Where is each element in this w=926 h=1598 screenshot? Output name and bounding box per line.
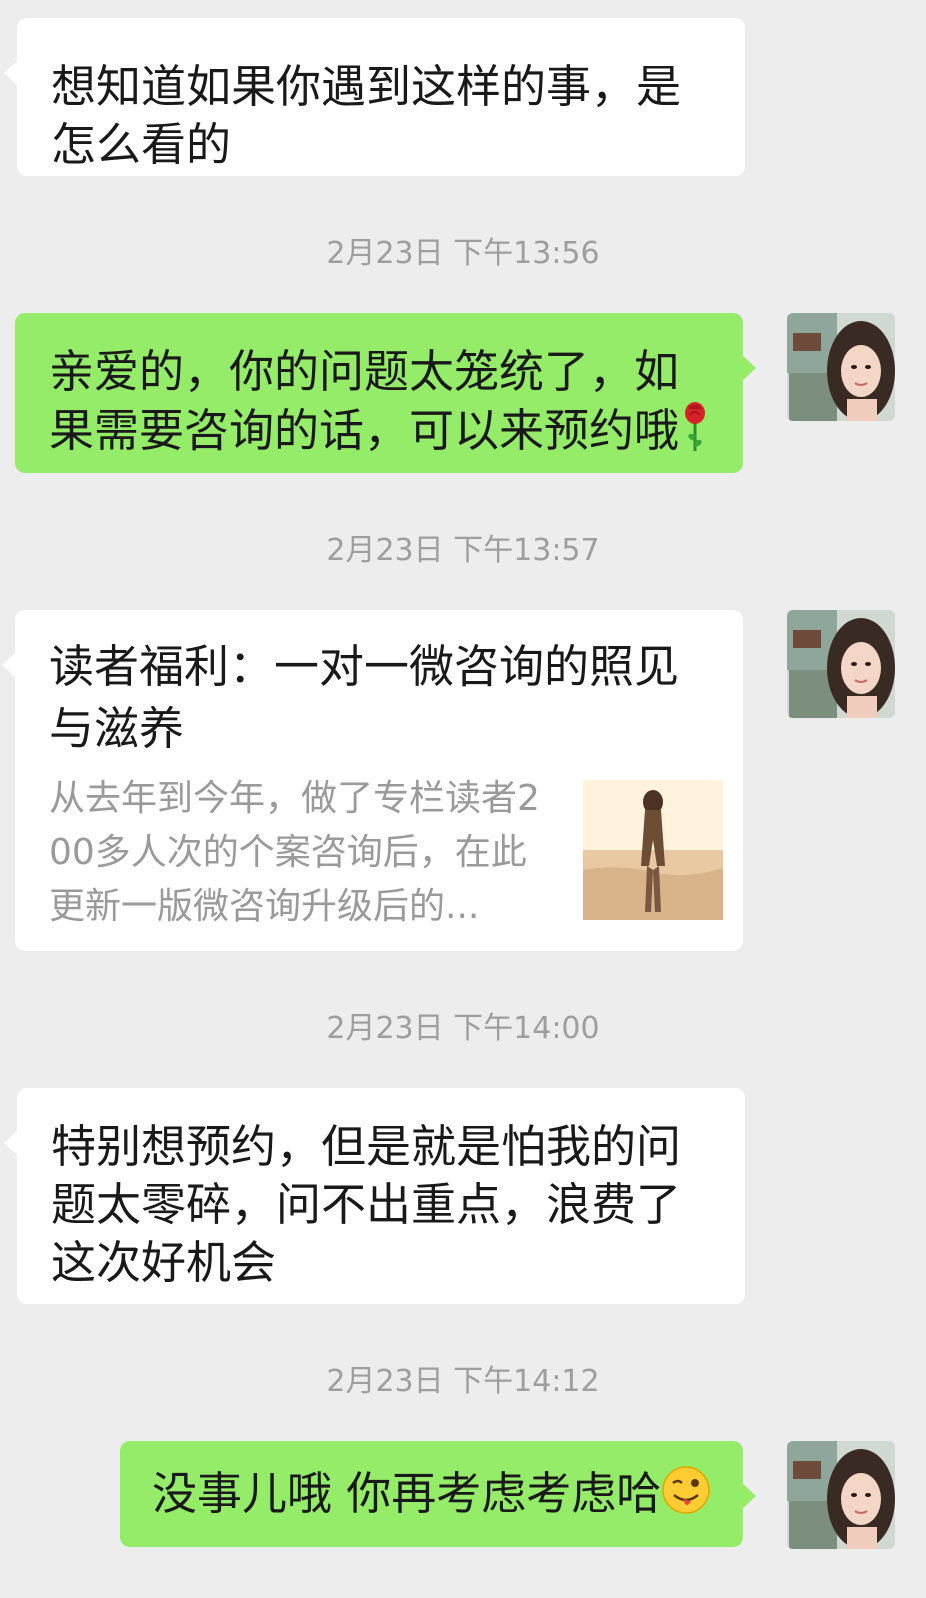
avatar[interactable] [787,1441,895,1549]
rose-icon [679,401,711,467]
article-card[interactable]: 读者福利：一对一微咨询的照见与滋养 从去年到今年，做了专栏读者200多人次的个案… [2,610,743,951]
message-text: 没事儿哦 你再考虑考虑哈 [152,1467,662,1520]
message-text: 特别想预约，但是就是怕我的问题太零碎，问不出重点，浪费了这次好机会 [51,1120,682,1289]
incoming-message-bubble[interactable]: 特别想预约，但是就是怕我的问题太零碎，问不出重点，浪费了这次好机会 [4,1088,745,1304]
timestamp: 2月23日 下午13:57 [326,533,600,568]
timestamp: 2月23日 下午13:56 [326,236,600,271]
message-text: 想知道如果你遇到这样的事，是怎么看的 [51,60,682,171]
outgoing-message-bubble[interactable]: 没事儿哦 你再考虑考虑哈 [120,1441,756,1547]
winking-tongue-face-icon [661,1465,711,1529]
chat-window: 想知道如果你遇到这样的事，是怎么看的 2月23日 下午13:56 亲爱的，你的问… [0,0,926,1598]
timestamp: 2月23日 下午14:12 [326,1364,600,1399]
avatar[interactable] [787,610,895,718]
incoming-message-bubble[interactable]: 想知道如果你遇到这样的事，是怎么看的 [4,18,745,176]
card-description: 从去年到今年，做了专栏读者200多人次的个案咨询后，在此更新一版微咨询升级后的.… [49,778,540,927]
card-title: 读者福利：一对一微咨询的照见与滋养 [49,640,680,755]
timestamp: 2月23日 下午14:00 [326,1011,600,1046]
avatar[interactable] [787,313,895,421]
message-text: 亲爱的，你的问题太笼统了，如果需要咨询的话，可以来预约哦 [49,345,680,457]
card-thumbnail [583,780,723,920]
outgoing-message-bubble[interactable]: 亲爱的，你的问题太笼统了，如果需要咨询的话，可以来预约哦 [15,313,756,473]
